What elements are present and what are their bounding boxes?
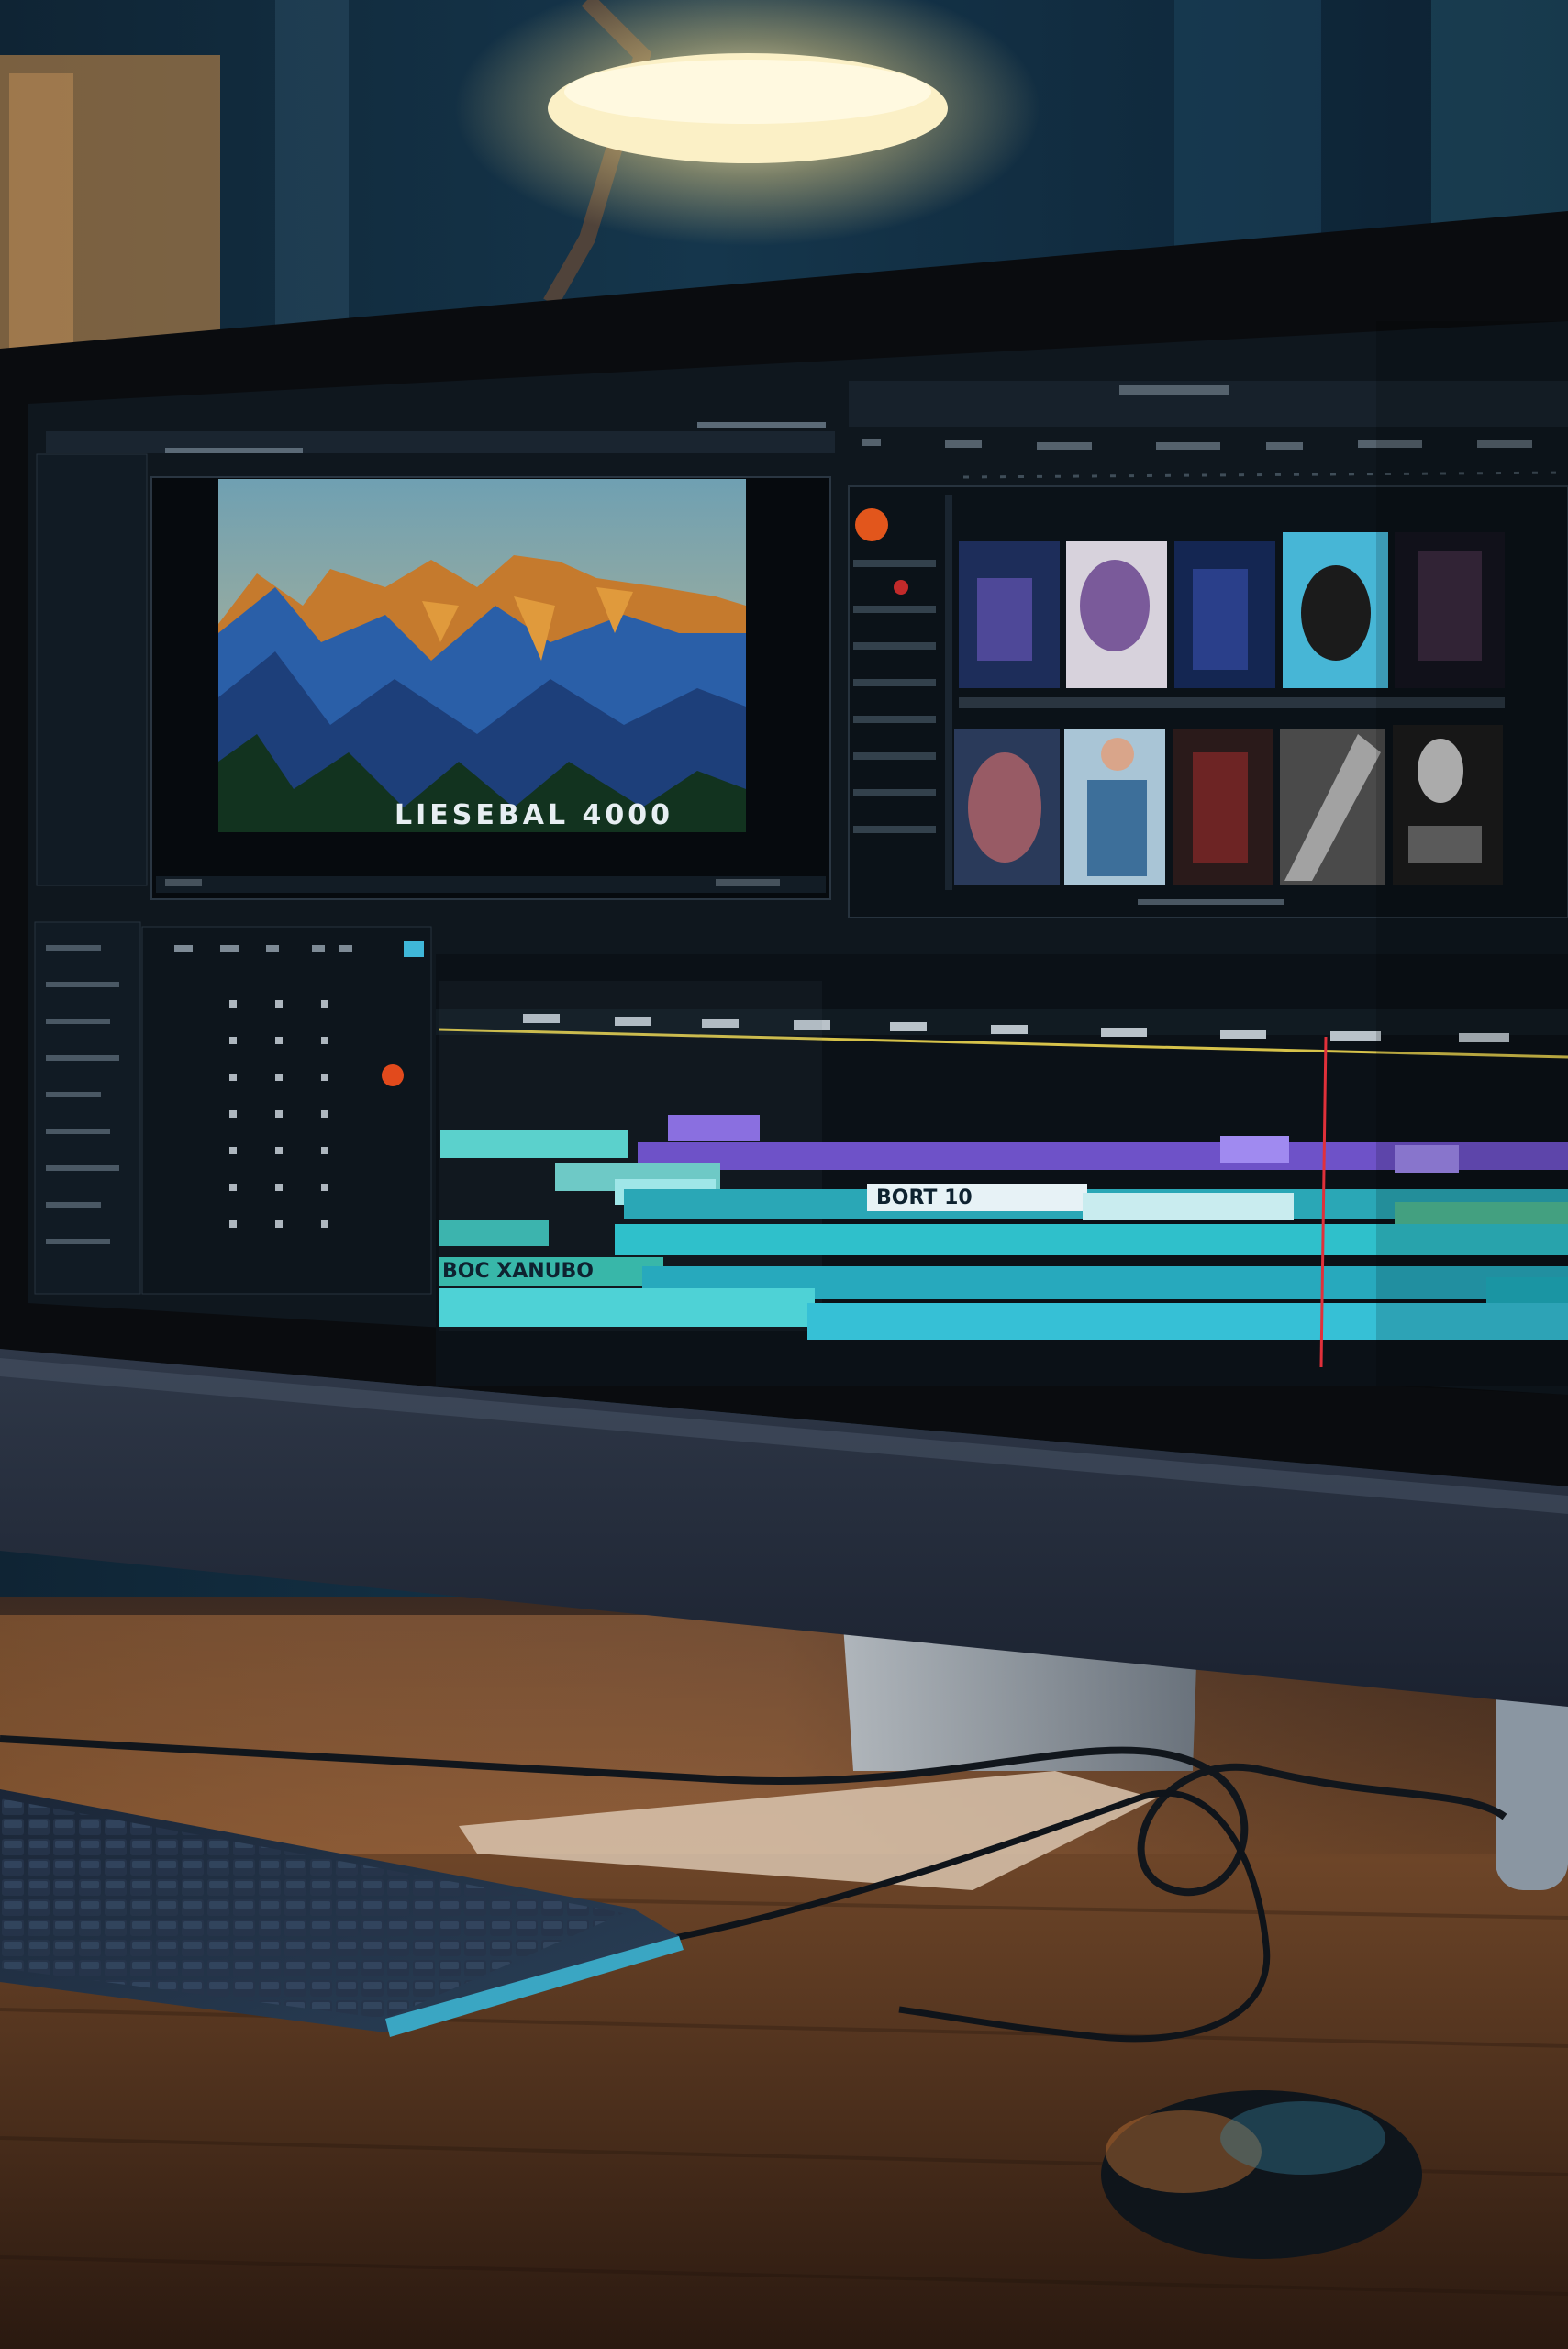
selected-tool-icon[interactable] (404, 941, 424, 957)
preview-overlay-text: LIESEBAL 4000 (395, 799, 673, 831)
timeline-clip[interactable] (439, 1220, 549, 1246)
timeline-clip[interactable] (1083, 1193, 1294, 1220)
workspace-photo: LIESEBAL 4000 BORT 10 BOC XANUBO (0, 0, 1568, 2349)
timeline-clip[interactable] (440, 1130, 628, 1158)
record-dot-icon[interactable] (382, 1064, 404, 1086)
clip-label: BORT 10 (876, 1186, 973, 1209)
timeline-clip[interactable] (439, 1288, 815, 1327)
timeline-clip[interactable] (1220, 1136, 1289, 1163)
timeline-clip[interactable] (668, 1115, 760, 1141)
inspector-panel[interactable] (34, 921, 141, 1295)
clip-label: BOC XANUBO (442, 1260, 594, 1283)
left-tool-column[interactable] (36, 453, 148, 886)
track-headers[interactable] (141, 926, 432, 1295)
viewer-toolbar[interactable] (46, 431, 835, 453)
record-dot-icon[interactable] (855, 508, 888, 541)
